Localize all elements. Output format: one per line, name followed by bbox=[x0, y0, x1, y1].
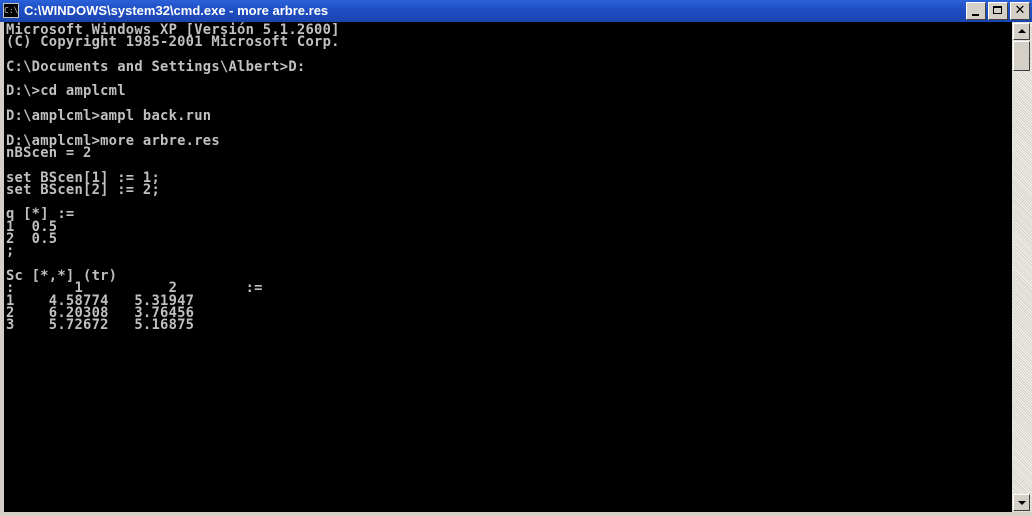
minimize-icon bbox=[967, 3, 985, 19]
cmd-icon[interactable]: C:\ bbox=[3, 3, 19, 18]
console-line: C:\Documents and Settings\Albert>D: bbox=[6, 58, 306, 75]
console-output[interactable]: Microsoft Windows XP [Versión 5.1.2600] … bbox=[4, 22, 1012, 512]
console-line: D:\amplcml>ampl back.run bbox=[6, 108, 212, 125]
console-lines: Microsoft Windows XP [Versión 5.1.2600] … bbox=[6, 23, 340, 334]
vertical-scrollbar[interactable] bbox=[1012, 22, 1032, 512]
close-button[interactable]: ✕ bbox=[1010, 2, 1030, 20]
maximize-button[interactable] bbox=[988, 2, 1008, 20]
window-controls: ✕ bbox=[966, 2, 1030, 20]
console-line: nBScen = 2 bbox=[6, 144, 92, 161]
close-icon: ✕ bbox=[1014, 3, 1026, 18]
console-line: (C) Copyright 1985-2001 Microsoft Corp. bbox=[6, 34, 340, 51]
console-line: 3 5.72672 5.16875 bbox=[6, 317, 195, 334]
window-frame-bottom bbox=[0, 512, 1032, 516]
console-line: set BScen[2] := 2; bbox=[6, 181, 161, 198]
console-window: C:\ C:\WINDOWS\system32\cmd.exe - more a… bbox=[0, 0, 1032, 516]
window-title: C:\WINDOWS\system32\cmd.exe - more arbre… bbox=[24, 3, 329, 18]
scroll-thumb[interactable] bbox=[1013, 41, 1030, 71]
console-line: ; bbox=[6, 243, 15, 260]
scroll-down-button[interactable] bbox=[1013, 494, 1030, 511]
maximize-icon bbox=[989, 3, 1007, 19]
arrow-up-icon bbox=[1018, 29, 1026, 33]
title-bar[interactable]: C:\ C:\WINDOWS\system32\cmd.exe - more a… bbox=[0, 0, 1032, 22]
console-line: 2 0.5 bbox=[6, 231, 58, 248]
arrow-down-icon bbox=[1018, 501, 1026, 505]
scroll-up-button[interactable] bbox=[1013, 23, 1030, 40]
minimize-button[interactable] bbox=[966, 2, 986, 20]
console-line: D:\>cd amplcml bbox=[6, 83, 126, 100]
